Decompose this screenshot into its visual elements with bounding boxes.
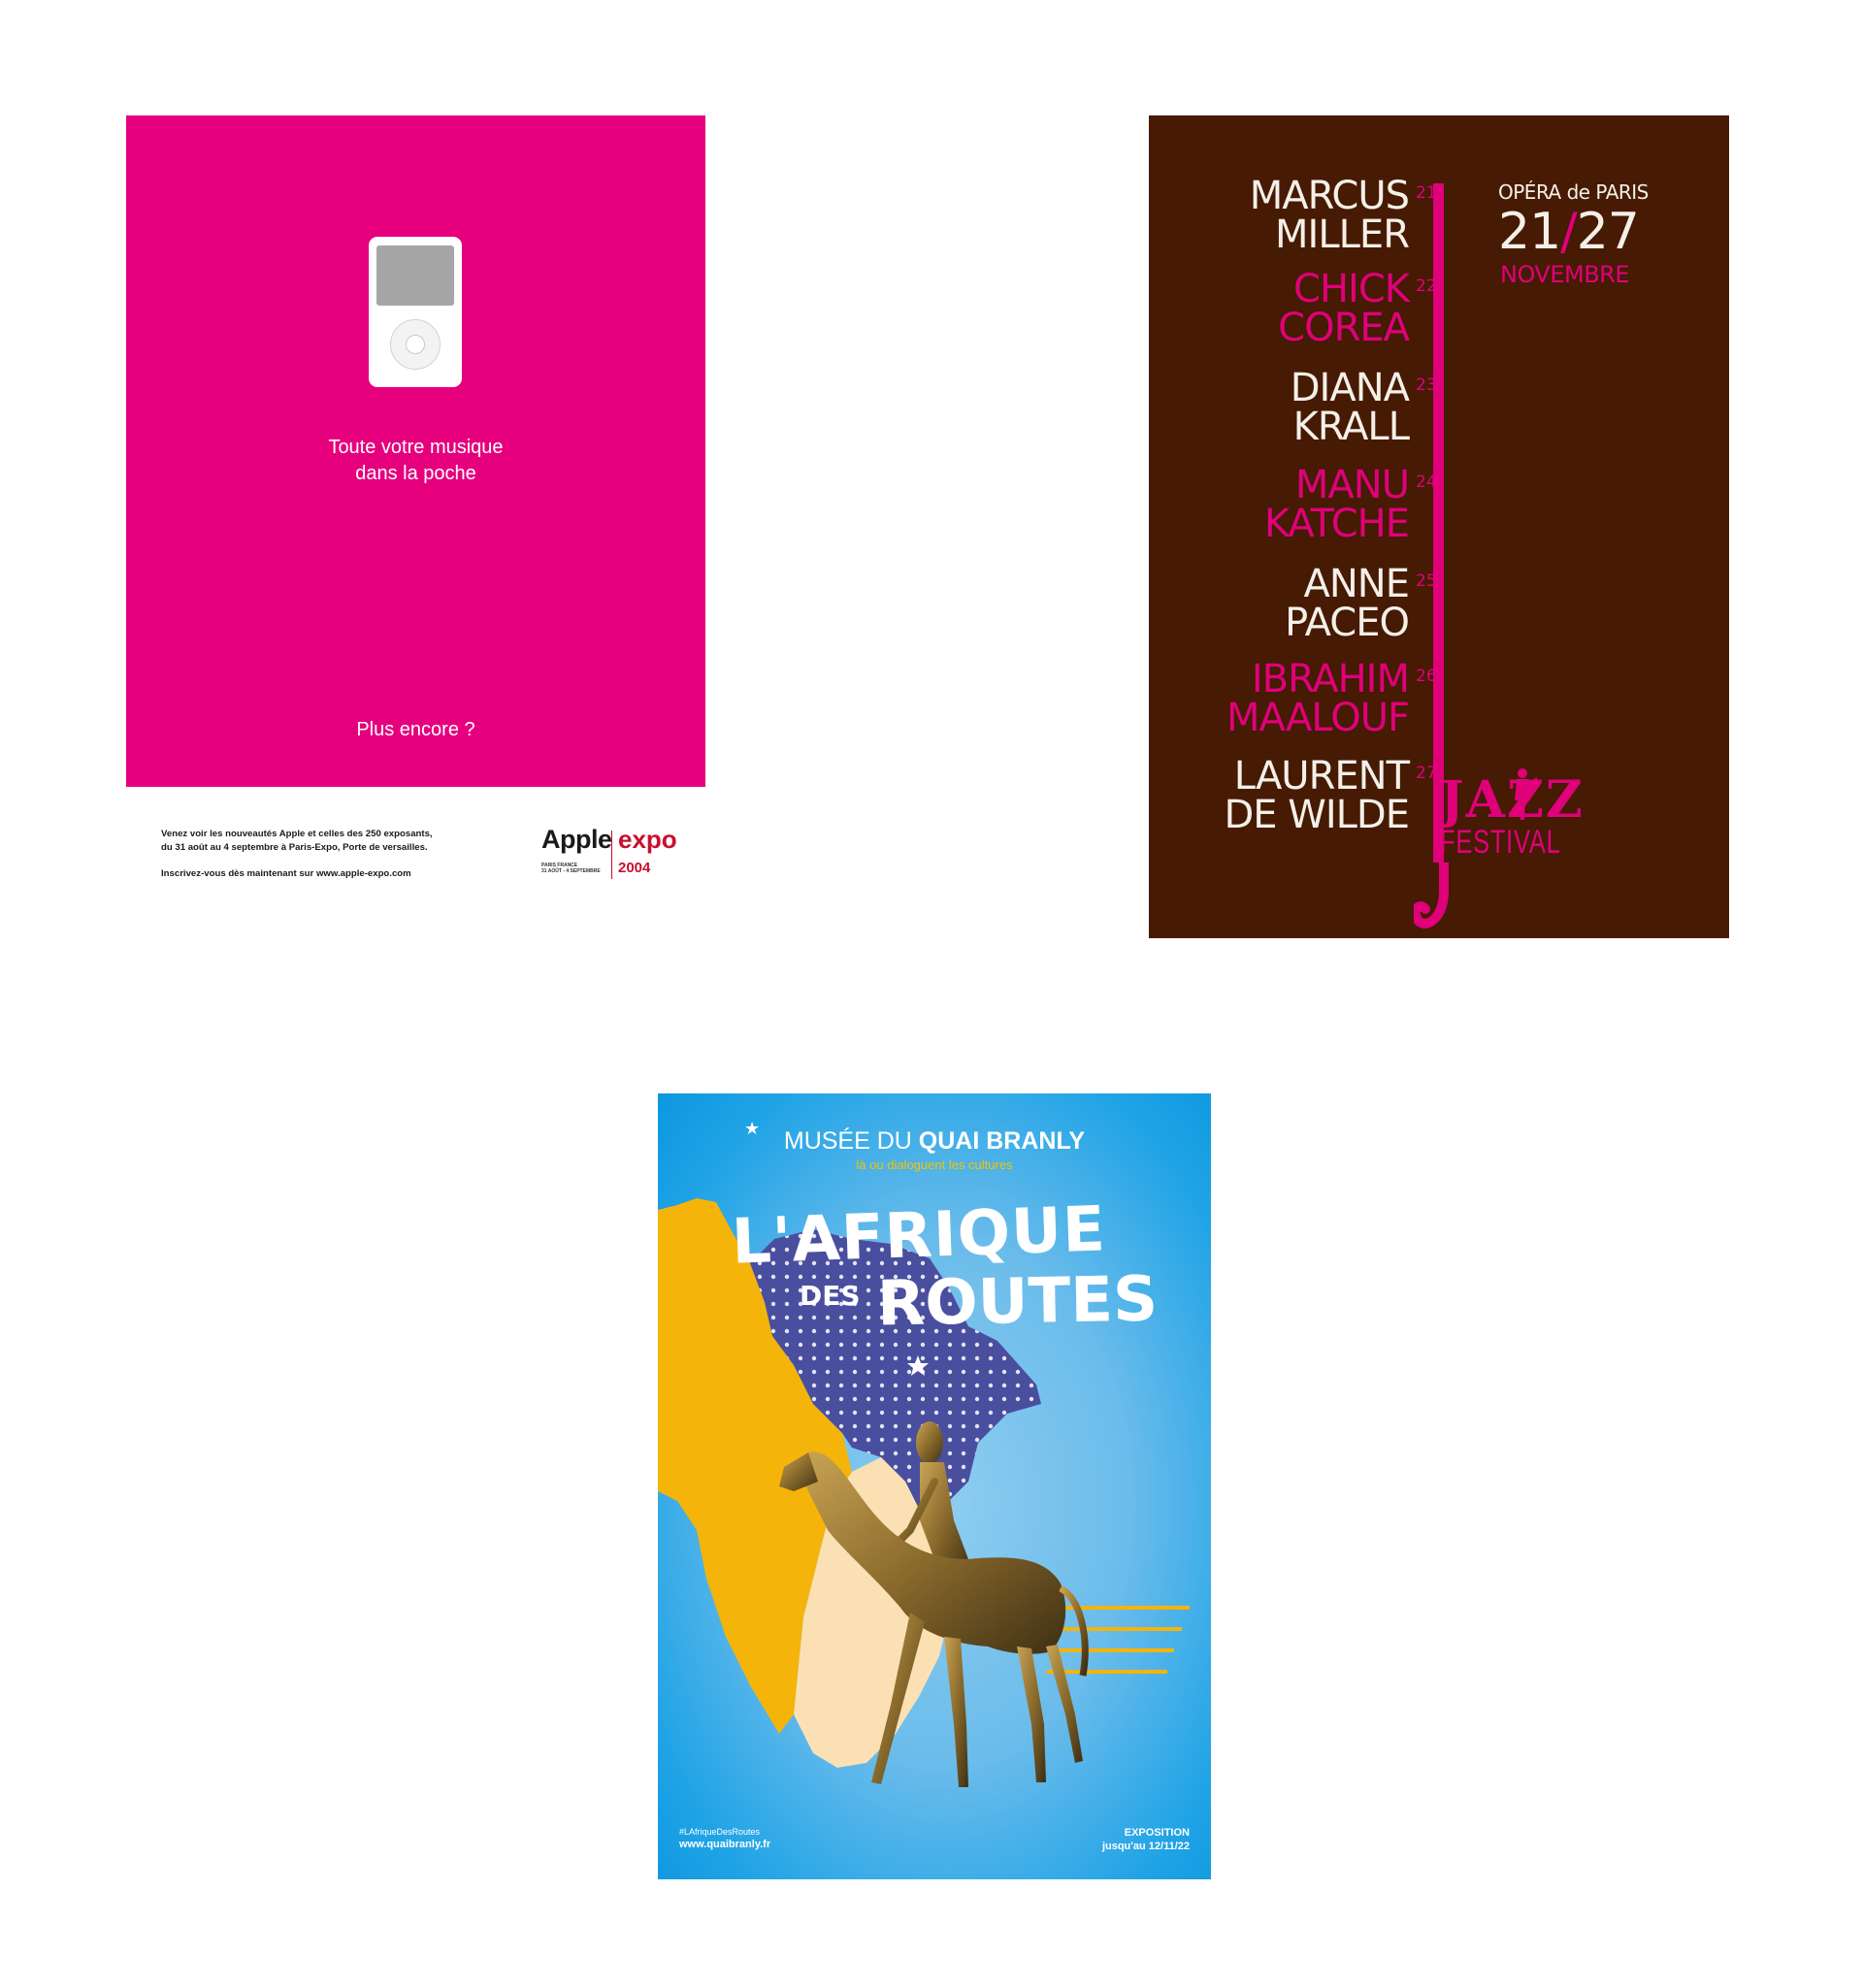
festival-logo-word: FESTIVAL bbox=[1440, 824, 1561, 861]
artist-name-line-1: MANU bbox=[1294, 463, 1410, 507]
museum-title: MUSÉE DU QUAI BRANLY bbox=[783, 1127, 1086, 1155]
artist-name-line-2: KRALL bbox=[1292, 405, 1410, 449]
apple-expo-logo-expo: expo bbox=[618, 825, 677, 854]
apple-expo-poster: Toute votre musique dans la poche Plus e… bbox=[126, 115, 705, 787]
website-link[interactable]: www.quaibranly.fr bbox=[679, 1839, 770, 1850]
artist-name-line-1: IBRAHIM bbox=[1251, 657, 1410, 701]
ipod-click-wheel bbox=[390, 319, 441, 370]
apple-expo-logo-year: 2004 bbox=[618, 860, 651, 876]
hashtag-text: #LAfriqueDesRoutes bbox=[679, 1827, 761, 1837]
footer-line-1: Venez voir les nouveautés Apple et celle… bbox=[161, 829, 433, 839]
artist-name-line-2: KATCHE bbox=[1263, 502, 1410, 546]
festival-dates: 21/27 bbox=[1498, 203, 1640, 261]
jazz-letter-j-stem bbox=[1433, 183, 1444, 863]
artist-name-line-1: ANNE bbox=[1303, 562, 1410, 606]
jazz-letter-j-hook bbox=[1414, 863, 1449, 929]
apple-expo-logo-divider bbox=[611, 831, 612, 879]
artist-name-line-2: MILLER bbox=[1275, 212, 1410, 257]
exhibition-end-date: jusqu'au 12/11/22 bbox=[1101, 1841, 1190, 1852]
headline-line-2: dans la poche bbox=[355, 463, 476, 484]
headline-line-1: Toute votre musique bbox=[328, 437, 504, 458]
footer-line-3: Inscrivez-vous dès maintenant sur www.ap… bbox=[161, 868, 411, 879]
ipod-screen bbox=[376, 245, 454, 306]
artist-name-line-1: LAURENT bbox=[1233, 754, 1410, 798]
artist-name-line-2: MAALOUF bbox=[1226, 696, 1410, 740]
bronze-horse-rider-sculpture bbox=[779, 1421, 1089, 1787]
artist-name-line-1: MARCUS bbox=[1249, 174, 1410, 218]
exhibition-title-line-2: ROUTES bbox=[876, 1263, 1159, 1341]
exhibition-title-des: DES bbox=[800, 1280, 861, 1312]
more-text: Plus encore ? bbox=[356, 719, 475, 740]
quai-branly-poster: ★ MUSÉE DU QUAI BRANLY là ou dialoguent … bbox=[658, 1093, 1211, 1879]
ipod-illustration bbox=[369, 237, 462, 387]
ipod-center-button bbox=[406, 335, 425, 354]
artist-name-line-1: DIANA bbox=[1290, 366, 1410, 410]
artist-name-line-2: PACEO bbox=[1285, 601, 1410, 645]
apple-footer-text: Venez voir les nouveautés Apple et celle… bbox=[161, 828, 510, 881]
apple-expo-logo-apple: Apple bbox=[541, 825, 612, 854]
museum-tagline: là ou dialoguent les cultures bbox=[856, 1157, 1013, 1172]
exhibition-label: EXPOSITION bbox=[1124, 1827, 1190, 1839]
artist-name-line-2: COREA bbox=[1278, 306, 1410, 350]
trumpet-player-icon bbox=[1515, 768, 1537, 820]
festival-month: NOVEMBRE bbox=[1500, 261, 1630, 288]
footer-line-2: du 31 août au 4 septembre à Paris-Expo, … bbox=[161, 842, 428, 853]
apple-expo-logo-small: PARIS FRANCE 31 AOÛT - 4 SEPTEMBRE bbox=[541, 863, 601, 874]
artist-name-line-2: DE WILDE bbox=[1224, 793, 1410, 837]
jazz-festival-poster: MARCUS MILLER 21 CHICK COREA 22 DIANA KRALL 23 MA… bbox=[1149, 115, 1729, 938]
venue-text: OPÉRA de PARIS bbox=[1498, 180, 1649, 204]
artist-name-line-1: CHICK bbox=[1293, 267, 1410, 311]
